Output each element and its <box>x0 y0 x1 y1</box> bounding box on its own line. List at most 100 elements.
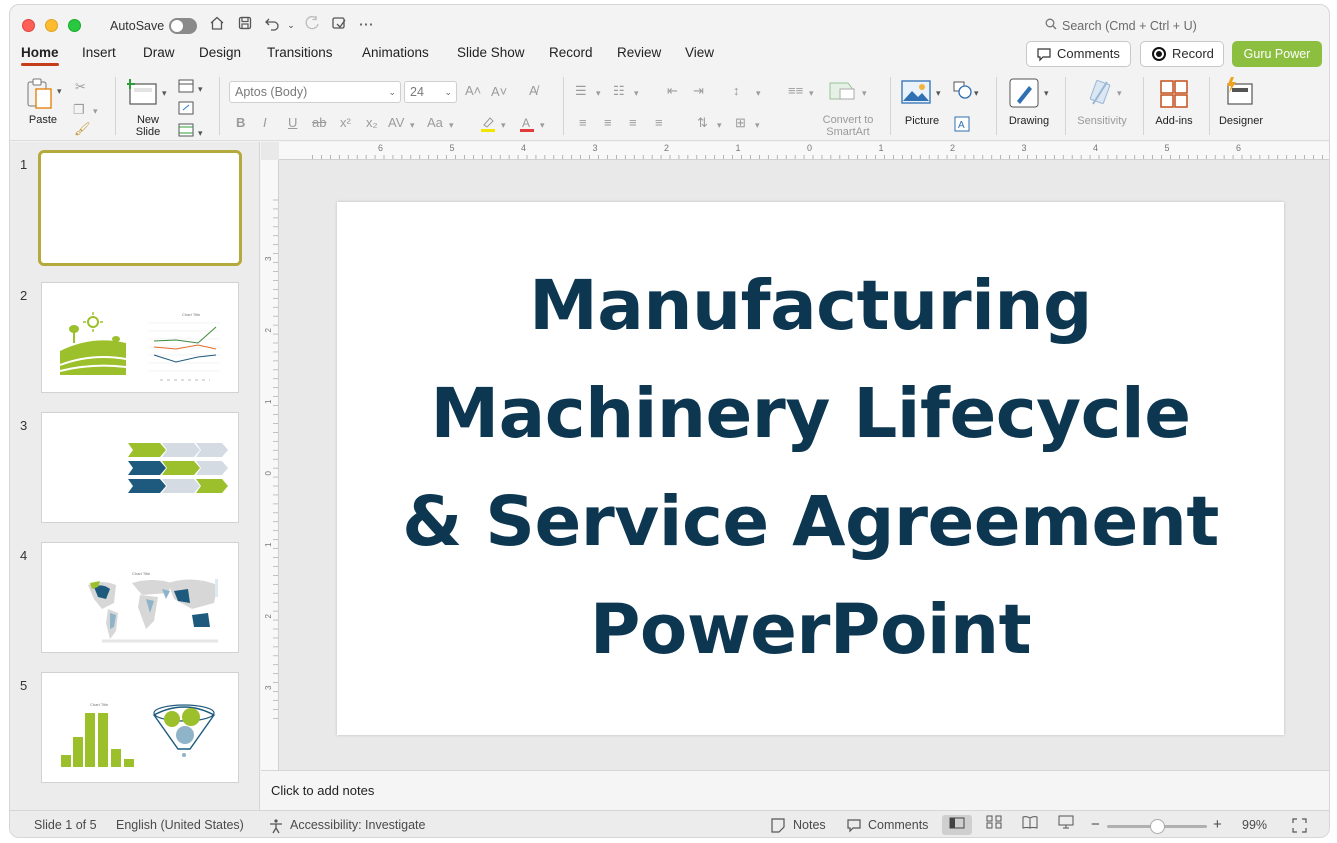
tab-insert[interactable]: Insert <box>82 45 116 60</box>
font-color-dropdown-icon[interactable]: ▾ <box>540 117 545 133</box>
language-indicator[interactable]: English (United States) <box>116 818 244 832</box>
underline-icon[interactable]: U <box>288 115 297 131</box>
thumbnail-slide-1[interactable] <box>38 150 242 266</box>
zoom-window-button[interactable] <box>68 19 81 32</box>
decrease-font-icon[interactable]: A˅ <box>491 84 507 100</box>
change-case-icon[interactable]: Aa <box>427 115 443 131</box>
slide-thumbnail-panel[interactable]: 1 2 Chart Title 3 4 Chart Title 5 Chart … <box>10 142 260 810</box>
shapes-icon[interactable] <box>953 81 973 102</box>
sensitivity-icon[interactable] <box>1087 78 1115 111</box>
picture-icon[interactable] <box>901 80 931 107</box>
add-ins-icon[interactable] <box>1159 79 1189 112</box>
slide-title[interactable]: Manufacturing Machinery Lifecycle & Serv… <box>377 252 1244 684</box>
sensitivity-dropdown-icon[interactable]: ▾ <box>1117 85 1122 101</box>
tab-slide-show[interactable]: Slide Show <box>457 45 525 60</box>
autosave-toggle[interactable] <box>169 18 197 34</box>
undo-icon[interactable] <box>262 15 282 35</box>
tab-transitions[interactable]: Transitions <box>267 45 333 60</box>
paste-dropdown-icon[interactable]: ▾ <box>57 83 62 99</box>
drawing-dropdown-icon[interactable]: ▾ <box>1044 85 1049 101</box>
drawing-icon[interactable] <box>1009 78 1039 111</box>
superscript-icon[interactable]: x² <box>340 115 351 131</box>
text-direction-dropdown-icon[interactable]: ▾ <box>717 117 722 133</box>
bullets-dropdown-icon[interactable]: ▾ <box>596 85 601 101</box>
reset-slide-icon[interactable] <box>178 101 194 118</box>
paste-icon[interactable] <box>25 77 55 111</box>
search-box[interactable]: Search (Cmd + Ctrl + U) <box>1045 18 1197 33</box>
layout-dropdown-icon[interactable]: ▾ <box>198 81 203 97</box>
text-direction-icon[interactable]: ⇅ <box>697 115 708 131</box>
more-options-icon[interactable]: ⋯ <box>356 15 376 35</box>
thumbnail-slide-2[interactable]: Chart Title <box>41 282 239 393</box>
tab-design[interactable]: Design <box>199 45 241 60</box>
highlight-icon[interactable] <box>479 115 497 136</box>
numbering-dropdown-icon[interactable]: ▾ <box>634 85 639 101</box>
minimize-window-button[interactable] <box>45 19 58 32</box>
format-painter-icon[interactable]: 🖌 <box>74 121 91 137</box>
copy-dropdown-icon[interactable]: ▾ <box>93 103 98 119</box>
close-window-button[interactable] <box>22 19 35 32</box>
bold-icon[interactable]: B <box>236 115 245 131</box>
redo-icon[interactable] <box>302 15 322 35</box>
undo-dropdown-icon[interactable]: ⌄ <box>281 15 301 35</box>
layout-icon[interactable] <box>178 79 194 96</box>
shapes-dropdown-icon[interactable]: ▾ <box>974 85 979 101</box>
bullets-icon[interactable]: ☰ <box>575 83 587 99</box>
smartart-icon[interactable] <box>828 79 858 106</box>
justify-icon[interactable]: ≡ <box>655 115 663 131</box>
comments-toggle-icon[interactable] <box>846 818 862 836</box>
tab-animations[interactable]: Animations <box>362 45 429 60</box>
comments-button[interactable]: Comments <box>1026 41 1131 67</box>
new-slide-icon[interactable] <box>125 78 159 108</box>
new-slide-dropdown-icon[interactable]: ▾ <box>162 85 167 101</box>
slideshow-view-icon[interactable] <box>1051 815 1081 835</box>
notes-toggle-icon[interactable] <box>770 818 786 836</box>
increase-indent-icon[interactable]: ⇥ <box>693 83 704 99</box>
zoom-level[interactable]: 99% <box>1242 818 1267 832</box>
copy-icon[interactable]: ❐ <box>73 102 85 118</box>
zoom-out-icon[interactable]: − <box>1091 816 1100 833</box>
strikethrough-icon[interactable]: ab <box>312 115 326 131</box>
tab-review[interactable]: Review <box>617 45 661 60</box>
accessibility-icon[interactable] <box>268 818 284 837</box>
thumbnail-slide-4[interactable]: Chart Title <box>41 542 239 653</box>
align-right-icon[interactable]: ≡ <box>629 115 637 131</box>
home-icon[interactable] <box>207 15 227 35</box>
guru-power-button[interactable]: Guru Power <box>1232 41 1322 67</box>
font-color-icon[interactable]: A <box>518 115 536 136</box>
align-text-icon[interactable]: ⊞ <box>735 115 746 131</box>
align-center-icon[interactable]: ≡ <box>604 115 612 131</box>
character-spacing-dropdown-icon[interactable]: ▾ <box>410 117 415 133</box>
comments-toggle[interactable]: Comments <box>868 818 928 832</box>
align-left-icon[interactable]: ≡ <box>579 115 587 131</box>
slide-sorter-icon[interactable] <box>979 815 1009 835</box>
decrease-indent-icon[interactable]: ⇤ <box>667 83 678 99</box>
columns-icon[interactable]: ≡≡ <box>788 83 803 99</box>
highlight-dropdown-icon[interactable]: ▾ <box>501 117 506 133</box>
numbering-icon[interactable]: ☷ <box>613 83 625 99</box>
align-text-dropdown-icon[interactable]: ▾ <box>755 117 760 133</box>
increase-font-icon[interactable]: A˄ <box>465 83 481 99</box>
normal-view-icon[interactable] <box>942 815 972 835</box>
record-button[interactable]: Record <box>1140 41 1224 67</box>
thumbnail-slide-5[interactable]: Chart Title <box>41 672 239 783</box>
notes-toggle[interactable]: Notes <box>793 818 826 832</box>
subscript-icon[interactable]: x₂ <box>366 115 378 131</box>
font-name-select[interactable]: Aptos (Body) ⌄ <box>229 81 401 103</box>
smartart-dropdown-icon[interactable]: ▾ <box>862 85 867 101</box>
slide-editor[interactable]: 6 5 4 3 2 1 0 1 2 3 4 5 6 3 2 1 0 1 2 3 Manufacturing Mach… <box>261 142 1329 770</box>
text-box-icon[interactable]: A <box>954 116 970 135</box>
tab-draw[interactable]: Draw <box>143 45 175 60</box>
zoom-in-icon[interactable]: + <box>1213 816 1222 833</box>
cut-icon[interactable]: ✂ <box>75 79 86 95</box>
tab-home[interactable]: Home <box>21 45 59 66</box>
italic-icon[interactable]: I <box>263 115 267 131</box>
tab-view[interactable]: View <box>685 45 714 60</box>
designer-icon[interactable] <box>1223 76 1255 111</box>
clear-formatting-icon[interactable]: A̸ <box>529 83 538 99</box>
section-dropdown-icon[interactable]: ▾ <box>198 125 203 141</box>
section-icon[interactable] <box>178 123 194 140</box>
line-spacing-dropdown-icon[interactable]: ▾ <box>756 85 761 101</box>
fit-to-window-icon[interactable] <box>1292 818 1307 836</box>
accessibility-status[interactable]: Accessibility: Investigate <box>290 818 425 832</box>
